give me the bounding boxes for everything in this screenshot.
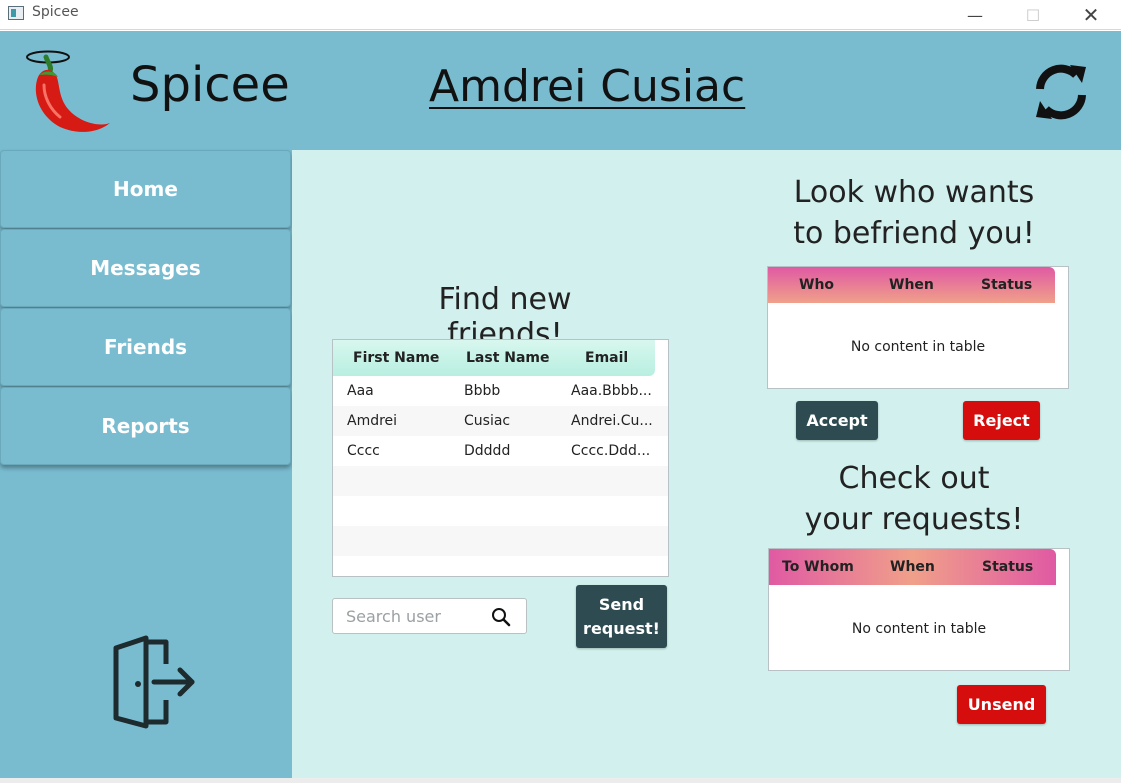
column-header[interactable]: Email — [585, 340, 628, 376]
heading-line: your requests! — [804, 502, 1024, 537]
accept-button[interactable]: Accept — [796, 401, 878, 440]
incoming-requests-table[interactable]: Who When Status No content in table — [767, 266, 1069, 389]
last-name-cell: Ddddd — [464, 443, 511, 459]
column-header[interactable]: When — [889, 267, 934, 303]
app-icon — [8, 6, 24, 20]
column-header[interactable]: First Name — [353, 340, 439, 376]
empty-row — [333, 496, 668, 526]
sidebar-item-messages[interactable]: Messages — [0, 229, 291, 307]
window-title: Spicee — [32, 4, 79, 20]
column-header[interactable]: Last Name — [466, 340, 550, 376]
sidebar-item-friends[interactable]: Friends — [0, 308, 291, 386]
table-row[interactable]: Aaa Bbbb Aaa.Bbbb... — [333, 376, 668, 406]
heading-line: Look who wants — [793, 175, 1035, 210]
first-name-cell: Cccc — [347, 443, 380, 459]
minimize-button[interactable]: — — [952, 0, 998, 30]
logout-icon[interactable] — [108, 634, 198, 730]
first-name-cell: Aaa — [347, 383, 374, 399]
search-input-placeholder[interactable]: Search user — [346, 607, 441, 626]
table-row[interactable]: Amdrei Cusiac Andrei.Cu... — [333, 406, 668, 436]
outgoing-requests-heading: Check out your requests! — [767, 458, 1061, 540]
send-request-label: Send — [598, 594, 645, 614]
current-username[interactable]: Amdrei Cusiac — [429, 61, 745, 112]
brand-name: Spicee — [130, 57, 290, 113]
email-cell: Cccc.Ddd... — [571, 443, 651, 459]
app-header: Spicee Amdrei Cusiac — [0, 31, 1121, 150]
unsend-button[interactable]: Unsend — [957, 685, 1046, 724]
sidebar: Home Messages Friends Reports — [0, 150, 292, 778]
empty-table-message: No content in table — [850, 339, 986, 355]
sidebar-item-home[interactable]: Home — [0, 150, 291, 228]
incoming-table-header: Who When Status — [768, 267, 1055, 303]
outgoing-table-header: To Whom When Status — [769, 549, 1056, 585]
close-button[interactable]: ✕ — [1068, 0, 1114, 30]
email-cell: Aaa.Bbbb... — [571, 383, 652, 399]
column-header[interactable]: Who — [799, 267, 834, 303]
search-icon[interactable] — [491, 607, 511, 627]
column-header[interactable]: To Whom — [782, 549, 854, 585]
main-content: Find new friends! First Name Last Name E… — [292, 150, 1121, 778]
send-request-label: request! — [583, 618, 660, 638]
column-header[interactable]: When — [890, 549, 935, 585]
incoming-requests-heading: Look who wants to befriend you! — [767, 172, 1061, 254]
empty-table-message: No content in table — [851, 621, 987, 637]
refresh-icon[interactable] — [1030, 61, 1092, 123]
sidebar-item-reports[interactable]: Reports — [0, 387, 291, 465]
outgoing-requests-table[interactable]: To Whom When Status No content in table — [768, 548, 1070, 671]
first-name-cell: Amdrei — [347, 413, 398, 429]
send-request-button[interactable]: Send request! — [576, 585, 667, 648]
empty-row — [333, 556, 668, 576]
table-row[interactable]: Cccc Ddddd Cccc.Ddd... — [333, 436, 668, 466]
last-name-cell: Bbbb — [464, 383, 501, 399]
maximize-button[interactable]: ☐ — [1010, 0, 1056, 30]
heading-line: Check out — [838, 461, 990, 496]
chili-pepper-logo-icon — [26, 50, 110, 132]
email-cell: Andrei.Cu... — [571, 413, 653, 429]
users-table[interactable]: First Name Last Name Email Aaa Bbbb Aaa.… — [332, 339, 669, 577]
empty-row — [333, 466, 668, 496]
window-titlebar: Spicee — ☐ ✕ — [0, 0, 1121, 30]
reject-button[interactable]: Reject — [963, 401, 1040, 440]
search-user-field[interactable]: Search user — [332, 598, 527, 634]
empty-row — [333, 526, 668, 556]
column-header[interactable]: Status — [981, 267, 1032, 303]
window-bottom-edge — [0, 778, 1121, 783]
column-header[interactable]: Status — [982, 549, 1033, 585]
last-name-cell: Cusiac — [464, 413, 511, 429]
users-table-header: First Name Last Name Email — [333, 340, 655, 376]
heading-line: to befriend you! — [793, 216, 1035, 251]
